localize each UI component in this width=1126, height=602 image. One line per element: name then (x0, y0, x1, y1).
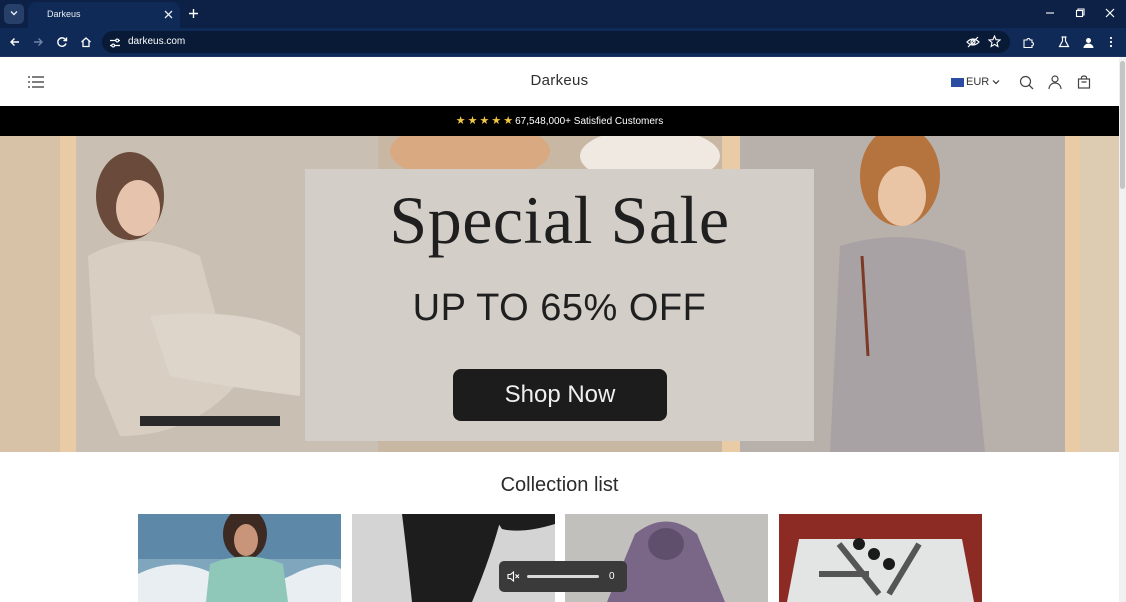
shopping-bag-icon (1077, 75, 1091, 89)
search-icon (1019, 75, 1033, 89)
collection-card[interactable] (138, 514, 341, 602)
home-icon (81, 37, 91, 48)
volume-slider[interactable] (527, 575, 599, 578)
more-icon (1109, 36, 1113, 48)
profile-button[interactable] (1080, 34, 1096, 50)
restore-button[interactable] (1073, 6, 1087, 20)
profile-icon (1083, 37, 1093, 48)
active-tab[interactable]: Darkeus (28, 2, 180, 28)
tab-list-button[interactable] (4, 4, 24, 24)
hero-title: Special Sale (389, 182, 730, 258)
chevron-down-icon (992, 80, 1000, 85)
forward-button[interactable] (30, 34, 46, 50)
address-bar[interactable]: darkeus.com (102, 31, 1010, 53)
volume-value: 0 (609, 571, 615, 582)
tab-close-button[interactable] (161, 7, 175, 21)
star-rating-icon: ★ (479, 114, 490, 127)
more-menu-button[interactable] (1103, 34, 1119, 50)
collection-list-heading: Collection list (500, 474, 619, 496)
star-rating-icon: ★ (467, 114, 478, 127)
url-text: darkeus.com (128, 36, 186, 47)
star-icon[interactable] (987, 34, 1002, 53)
hero-promo-panel: Special Sale UP TO 65% OFF Shop Now (305, 169, 814, 441)
reload-button[interactable] (54, 34, 70, 50)
back-button[interactable] (7, 34, 23, 50)
currency-label: EUR (966, 76, 990, 88)
announcement-text: 67,548,000+ Satisfied Customers (515, 115, 664, 127)
window-close-button[interactable] (1103, 6, 1117, 20)
eu-flag-icon (951, 77, 964, 87)
collection-image (138, 514, 341, 602)
star-rating-icon: ★ (455, 114, 466, 127)
tab-list-icon (9, 5, 19, 23)
announcement-bar: ★ ★ ★ ★ ★ 67,548,000+ Satisfied Customer… (0, 106, 1119, 136)
minimize-icon (1046, 12, 1054, 14)
cart-button[interactable] (1075, 73, 1093, 91)
extensions-button[interactable] (1020, 34, 1036, 50)
eye-off-icon[interactable] (966, 35, 980, 54)
rating-stars: ★ ★ ★ ★ ★ (455, 114, 514, 127)
labs-button[interactable] (1056, 34, 1072, 50)
collection-card[interactable] (779, 514, 982, 602)
home-button[interactable] (78, 34, 94, 50)
back-icon (10, 38, 19, 46)
labs-icon (1058, 36, 1070, 48)
scrollbar-thumb[interactable] (1120, 61, 1125, 189)
star-rating-icon: ★ (503, 114, 514, 127)
mute-button[interactable] (507, 570, 520, 588)
site-header: Darkeus EUR (0, 57, 1119, 106)
star-rating-icon: ★ (491, 114, 502, 127)
page-scrollbar[interactable] (1119, 57, 1126, 602)
site-info-icon[interactable] (109, 36, 121, 54)
window-close-icon (1105, 8, 1115, 18)
close-icon (164, 10, 172, 18)
browser-toolbar: darkeus.com (0, 28, 1126, 57)
hero-banner[interactable]: Special Sale UP TO 65% OFF Shop Now (0, 136, 1119, 452)
browser-tab-bar: Darkeus (0, 0, 1126, 28)
currency-selector[interactable]: EUR (951, 74, 1001, 90)
search-button[interactable] (1017, 73, 1035, 91)
account-button[interactable] (1046, 73, 1064, 91)
plus-icon (188, 8, 198, 18)
restore-icon (1075, 8, 1085, 18)
collection-image (779, 514, 982, 602)
shop-now-button[interactable]: Shop Now (453, 369, 667, 421)
user-icon (1048, 74, 1062, 89)
extensions-icon (1022, 37, 1034, 48)
media-volume-control: 0 (499, 561, 627, 592)
muted-speaker-icon (507, 570, 520, 583)
hero-subtitle: UP TO 65% OFF (412, 287, 707, 329)
minimize-button[interactable] (1043, 6, 1057, 20)
reload-icon (57, 37, 68, 47)
tab-title: Darkeus (47, 9, 81, 19)
new-tab-button[interactable] (186, 6, 200, 20)
forward-icon (34, 38, 43, 46)
